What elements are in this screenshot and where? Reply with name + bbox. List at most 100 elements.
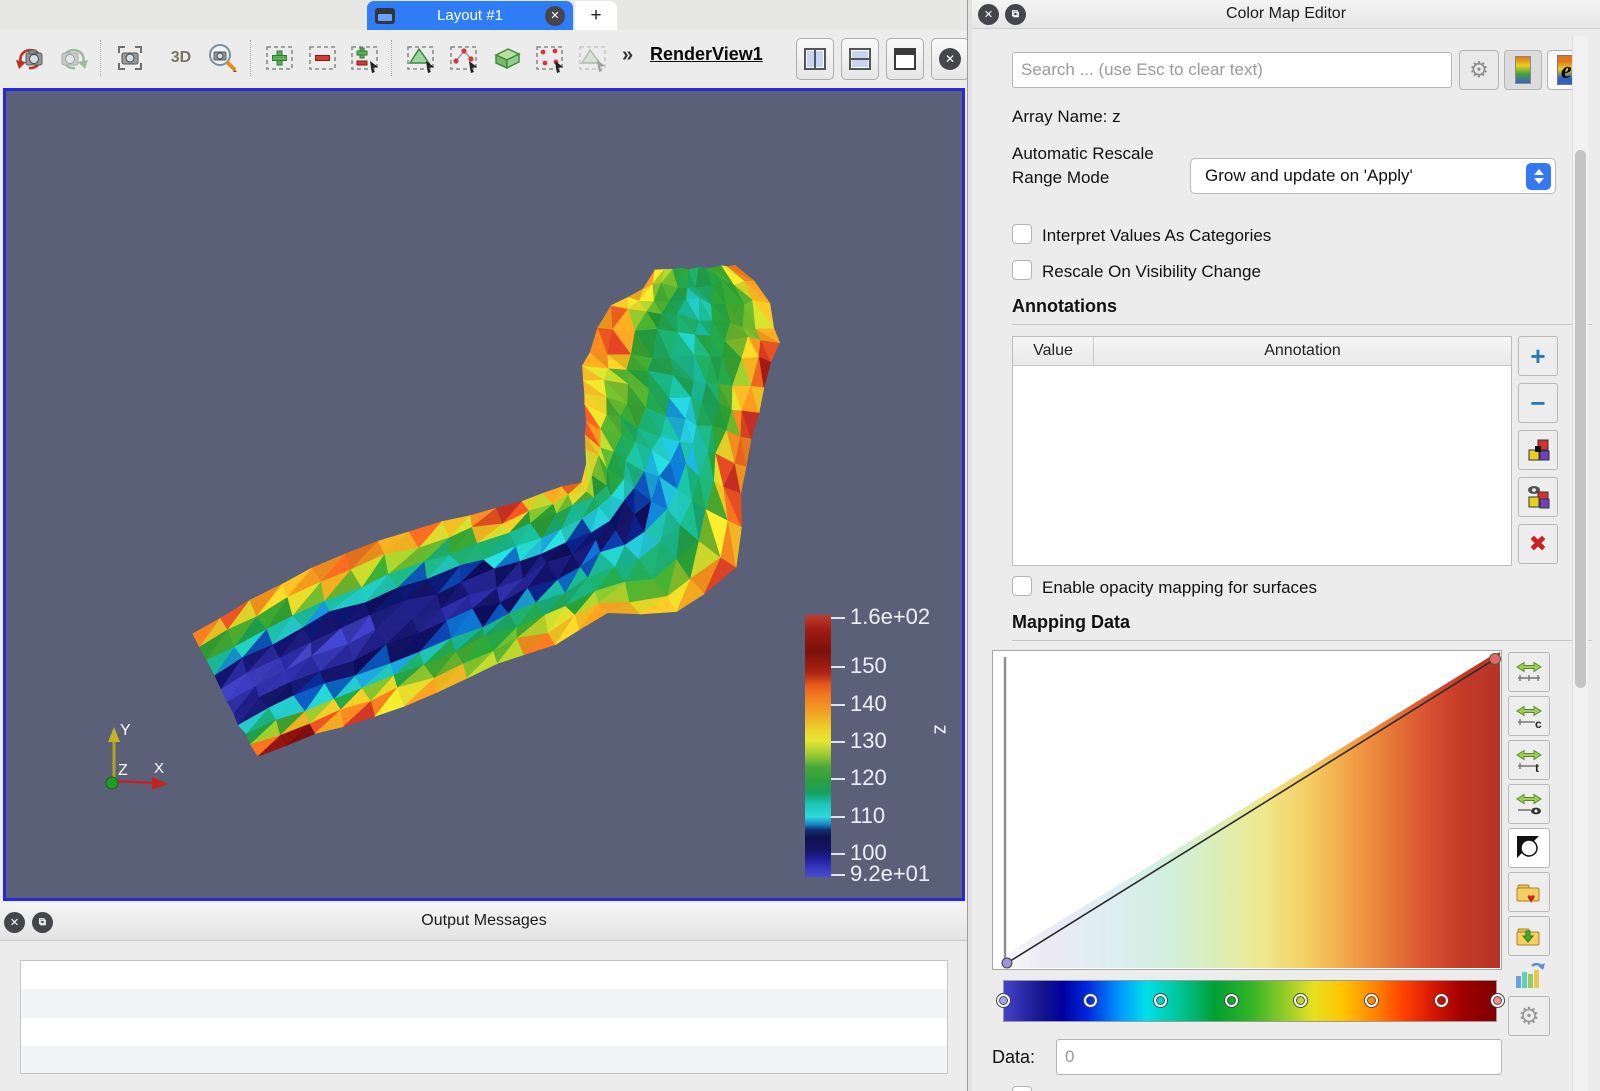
scalar-bar-gradient (805, 615, 831, 877)
scalar-bar-tick (831, 816, 845, 818)
toolbar-separator (250, 40, 252, 76)
render-view-title[interactable]: RenderView1 (650, 44, 763, 65)
camera-undo-button[interactable] (12, 38, 48, 78)
scalar-bar-tick (831, 666, 845, 668)
color-map-editor-panel: ✕ ⧉ Color Map Editor ⚙ e Array Name: z A… (972, 0, 1600, 1091)
layout-tab-bar: Layout #1 ✕ + (0, 0, 968, 31)
close-panel-icon[interactable]: ✕ (978, 4, 999, 25)
search-options-gear-icon[interactable]: ⚙ (1459, 50, 1499, 90)
interpret-categories-checkbox[interactable] (1012, 224, 1032, 244)
float-panel-icon[interactable]: ⧉ (1005, 4, 1026, 25)
add-visible-annotations-icon[interactable] (1518, 477, 1558, 517)
toggle-3d-button[interactable]: 3D (163, 38, 199, 78)
subtract-selection-button[interactable] (305, 38, 341, 78)
camera-redo-button[interactable] (56, 38, 92, 78)
maximize-view-button[interactable] (886, 38, 924, 80)
scalar-bar-tick-label: 120 (850, 765, 887, 791)
select-points-on-button[interactable] (446, 38, 482, 78)
choose-preset-button[interactable]: ♥ (1508, 872, 1550, 912)
select-cells-on-button[interactable] (403, 38, 439, 78)
add-annotation-button[interactable]: + (1518, 336, 1558, 376)
rescale-mode-label: Automatic Rescale Range Mode (1012, 142, 1162, 190)
histogram-button[interactable] (1512, 958, 1552, 994)
rescale-to-custom-range-button[interactable]: c (1508, 696, 1550, 736)
color-control-point[interactable] (1435, 994, 1448, 1007)
color-control-point[interactable] (1154, 994, 1167, 1007)
transfer-function-curve (993, 651, 1501, 969)
capture-screenshot-button[interactable] (112, 38, 148, 78)
toggle-selection-button[interactable] (347, 38, 383, 78)
rescale-to-data-range-button[interactable] (1508, 652, 1550, 692)
remove-annotation-button[interactable]: − (1518, 383, 1558, 423)
cme-header: ✕ ⧉ Color Map Editor (972, 0, 1600, 29)
paraview-window: Layout #1 ✕ + 3D (0, 0, 1600, 1091)
close-view-button[interactable]: ✕ (931, 38, 969, 80)
scalar-bar-tick-label: 130 (850, 728, 887, 754)
scalar-bar-tick-label: 140 (850, 691, 887, 717)
rescale-visibility-checkbox[interactable] (1012, 260, 1032, 280)
panel-scrollbar-thumb[interactable] (1575, 150, 1586, 688)
tab-layout-1[interactable]: Layout #1 ✕ (367, 1, 573, 30)
color-control-point[interactable] (1491, 994, 1504, 1007)
svg-text:c: c (1535, 717, 1542, 729)
add-selection-button[interactable] (262, 38, 298, 78)
new-layout-tab-button[interactable]: + (575, 1, 617, 30)
annotations-section-title: Annotations (1012, 296, 1117, 317)
scalar-bar-tick-label: 110 (850, 803, 885, 829)
split-vertical-button[interactable] (841, 38, 879, 80)
split-horizontal-button[interactable] (796, 38, 834, 80)
rescale-to-temporal-range-button[interactable]: t (1508, 740, 1550, 780)
opacity-mapping-label: Enable opacity mapping for surfaces (1042, 578, 1317, 598)
interactive-select-cells-button[interactable] (575, 38, 611, 78)
color-control-point[interactable] (1225, 994, 1238, 1007)
scalar-bar-tick (831, 617, 845, 619)
toolbar-overflow-icon[interactable]: » (622, 44, 633, 67)
axis-label-x: X (154, 760, 164, 777)
advanced-options-gear-icon[interactable]: ⚙ (1508, 996, 1550, 1036)
select-frustum-cells-button[interactable] (489, 38, 525, 78)
annotation-column-header[interactable]: Annotation (1094, 337, 1511, 365)
toolbar-separator (100, 40, 102, 76)
tab-layout-1-label: Layout #1 (395, 7, 545, 24)
scalar-bar-tick (831, 874, 845, 876)
opacity-mapping-checkbox[interactable] (1012, 576, 1032, 596)
output-messages-list[interactable] (20, 960, 948, 1074)
zoom-to-data-button[interactable] (205, 38, 241, 78)
data-field-label: Data: (992, 1047, 1035, 1068)
orientation-axes-widget: Y Z X (92, 713, 187, 808)
cme-title: Color Map Editor (972, 0, 1600, 23)
scalar-bar-tick (831, 853, 845, 855)
update-on-apply-icon[interactable] (1504, 50, 1542, 90)
color-map-strip[interactable] (1003, 980, 1497, 1022)
color-control-point[interactable] (1365, 994, 1378, 1007)
rescale-to-visible-range-button[interactable] (1508, 784, 1550, 824)
array-name-label: Array Name: z (1012, 107, 1121, 127)
annotations-table[interactable]: Value Annotation (1012, 336, 1512, 566)
scalar-bar: 1.6e+021501401301201101009.2e+01 (797, 612, 962, 897)
search-input[interactable] (1012, 52, 1452, 88)
annotations-table-header: Value Annotation (1013, 337, 1511, 366)
axis-label-y: Y (120, 722, 131, 739)
color-control-point[interactable] (997, 994, 1010, 1007)
svg-text:♥: ♥ (1527, 890, 1535, 905)
rescale-mode-dropdown[interactable]: Grow and update on 'Apply' (1190, 158, 1556, 194)
invert-transfer-function-button[interactable] (1508, 828, 1550, 868)
save-preset-button[interactable] (1508, 916, 1550, 956)
select-frustum-points-button[interactable] (532, 38, 568, 78)
section-rule (1012, 324, 1592, 325)
panel-scrollbar[interactable] (1572, 36, 1588, 1091)
value-column-header[interactable]: Value (1013, 337, 1094, 365)
data-value-input[interactable] (1056, 1039, 1502, 1075)
transfer-function-editor[interactable] (992, 650, 1502, 970)
cutoff-checkbox[interactable] (1012, 1086, 1032, 1091)
output-messages-header: ✕ ⧉ Output Messages (0, 903, 968, 941)
render-view[interactable]: 1.6e+021501401301201101009.2e+01 z Y Z X (3, 88, 965, 901)
color-control-point[interactable] (1294, 994, 1307, 1007)
remove-all-annotations-button[interactable]: ✖ (1518, 524, 1558, 564)
scalar-bar-tick (831, 704, 845, 706)
add-active-annotations-icon[interactable] (1518, 430, 1558, 470)
scalar-bar-tick (831, 778, 845, 780)
dropdown-spinner-icon (1526, 163, 1551, 190)
color-control-point[interactable] (1084, 994, 1097, 1007)
tab-close-icon[interactable]: ✕ (545, 6, 565, 26)
